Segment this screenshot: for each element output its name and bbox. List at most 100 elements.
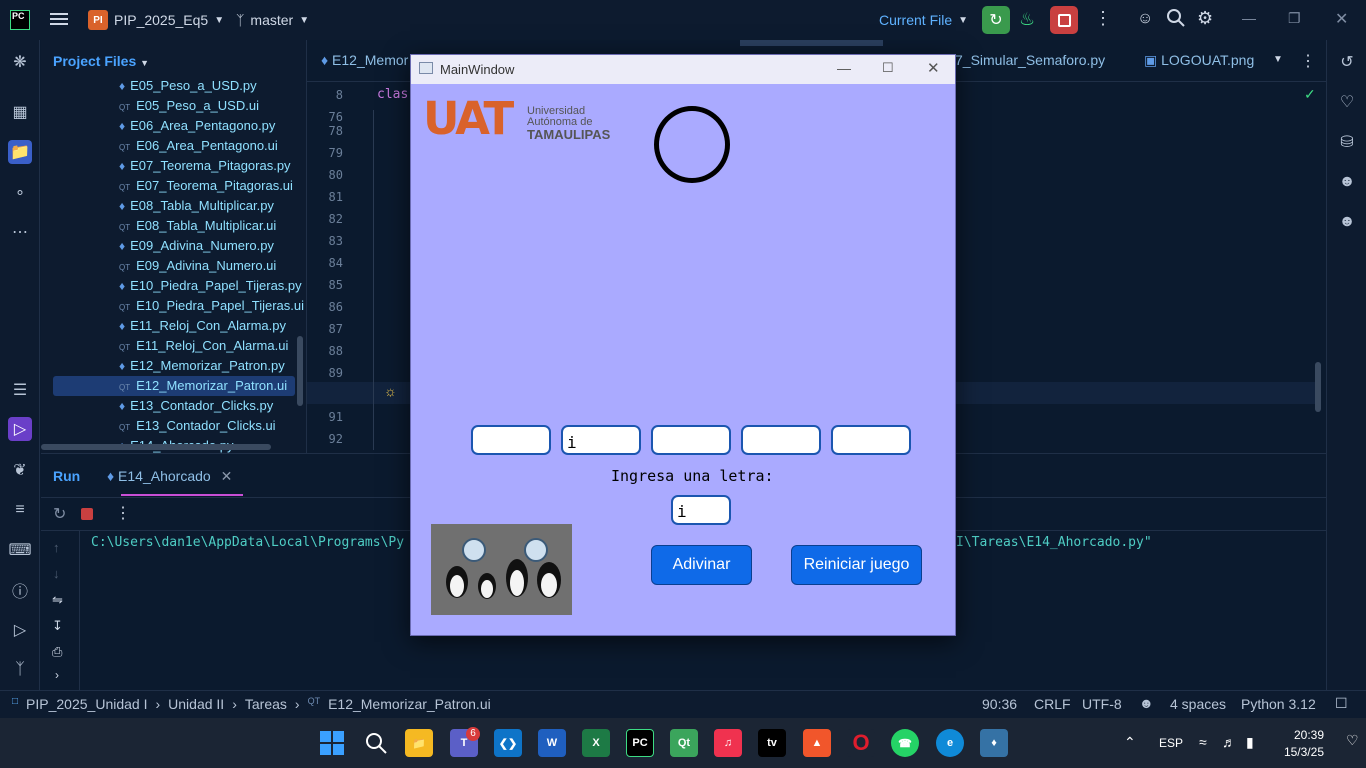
tab-simular-semaforo[interactable]: 7_Simular_Semaforo.py xyxy=(955,52,1105,68)
reset-game-button[interactable]: Reiniciar juego xyxy=(791,545,922,585)
file-tree-item[interactable]: ♦ E07_Teorema_Pitagoras.py xyxy=(119,156,291,176)
python-icon[interactable]: ♦ xyxy=(980,729,1008,757)
file-tree-item[interactable]: QT E06_Area_Pentagono.ui xyxy=(119,136,278,156)
file-tree-item[interactable]: ♦ E12_Memorizar_Patron.py xyxy=(119,356,285,376)
layers-icon[interactable]: ≡ xyxy=(8,498,32,522)
opera-icon[interactable]: O xyxy=(847,729,875,757)
print-icon[interactable]: ⎙ xyxy=(52,644,62,660)
vscode-icon[interactable]: ❮❯ xyxy=(494,729,522,757)
breadcrumb-item[interactable]: Unidad II xyxy=(168,696,224,712)
branch-switcher[interactable]: ᛉ master ▼ xyxy=(236,12,309,28)
word-icon[interactable]: W xyxy=(538,729,566,757)
close-tab-icon[interactable]: ✕ xyxy=(221,468,233,484)
window-title-bar[interactable]: MainWindow — ☐ ✕ xyxy=(411,55,955,84)
minimize-icon[interactable]: — xyxy=(1242,10,1256,26)
python-interpreter[interactable]: Python 3.12 xyxy=(1241,696,1316,712)
pycharm-logo-icon[interactable]: PC xyxy=(10,10,30,30)
soft-wrap-icon[interactable]: ⇋ xyxy=(52,592,63,608)
file-tree-item[interactable]: QT E08_Tabla_Multiplicar.ui xyxy=(119,216,276,236)
stop-button[interactable] xyxy=(1050,6,1078,34)
debug-bug-icon[interactable]: ♨ xyxy=(1019,9,1035,30)
arrow-down-icon[interactable]: ↓ xyxy=(53,566,60,581)
run-tab-e14[interactable]: ♦ E14_Ahorcado ✕ xyxy=(107,468,232,485)
file-explorer-icon[interactable]: 📁 xyxy=(405,729,433,757)
maximize-icon[interactable]: ☐ xyxy=(882,60,894,76)
search-icon[interactable] xyxy=(362,729,390,757)
services-icon[interactable]: ▷ xyxy=(8,618,32,642)
battery-icon[interactable]: ▮ xyxy=(1246,734,1254,751)
breadcrumb-item[interactable]: PIP_2025_Unidad I xyxy=(26,696,147,712)
qt-designer-icon[interactable]: Qt xyxy=(670,729,698,757)
indent-setting[interactable]: 4 spaces xyxy=(1170,696,1226,712)
horizontal-scrollbar[interactable] xyxy=(41,444,271,450)
more-vertical-icon[interactable]: ⋮ xyxy=(1094,8,1112,29)
copilot-status-icon[interactable]: ☻ xyxy=(1139,695,1154,711)
tab-logouat[interactable]: ▣ LOGOUAT.png xyxy=(1144,52,1254,69)
minimize-icon[interactable]: — xyxy=(837,60,851,76)
breadcrumb-item[interactable]: E12_Memorizar_Patron.ui xyxy=(328,696,491,712)
ai-spiral-icon[interactable]: ↺ xyxy=(1335,50,1359,74)
letter-input[interactable]: i xyxy=(671,495,731,525)
folder-icon[interactable]: 📁 xyxy=(8,140,32,164)
project-panel-header[interactable]: Project Files ▼ xyxy=(53,53,149,69)
volume-icon[interactable]: ♬ xyxy=(1222,734,1236,750)
stop-icon[interactable] xyxy=(81,508,93,520)
line-separator[interactable]: CRLF xyxy=(1034,696,1071,712)
structure-icon[interactable]: ▦ xyxy=(8,100,32,124)
pycharm-icon[interactable]: PC xyxy=(626,729,654,757)
scroll-to-end-icon[interactable]: ↧ xyxy=(52,618,63,634)
copilot-chat-icon[interactable]: ☻ xyxy=(1335,210,1359,234)
maximize-icon[interactable]: ❐ xyxy=(1288,10,1301,27)
edge-icon[interactable]: e xyxy=(936,729,964,757)
file-tree-item[interactable]: ♦ E09_Adivina_Numero.py xyxy=(119,236,274,256)
file-tree-item[interactable]: QT E05_Peso_a_USD.ui xyxy=(119,96,259,116)
tab-e12-memor[interactable]: ♦ E12_Memor xyxy=(321,52,408,68)
run-config-select[interactable]: Current File ▼ xyxy=(879,12,968,28)
lightbulb-icon[interactable]: ☼ xyxy=(384,383,397,399)
ai-assistant-icon[interactable]: ❋ xyxy=(8,50,32,74)
copilot-icon[interactable]: ☻ xyxy=(1335,170,1359,194)
editor-scrollbar[interactable] xyxy=(1315,362,1321,412)
file-tree-item[interactable]: ♦ E10_Piedra_Papel_Tijeras.py xyxy=(119,276,302,296)
file-tree-item[interactable]: QT E09_Adivina_Numero.ui xyxy=(119,256,276,276)
clock-time[interactable]: 20:39 xyxy=(1288,728,1324,742)
code-fragment[interactable]: clas xyxy=(377,87,408,102)
arrow-up-icon[interactable]: ↑ xyxy=(53,540,60,555)
chevron-up-icon[interactable]: ⌃ xyxy=(1124,734,1136,751)
clock-date[interactable]: 15/3/25 xyxy=(1280,745,1324,759)
chevron-right-icon[interactable]: › xyxy=(55,668,59,682)
chevron-down-icon[interactable]: ▼ xyxy=(1273,54,1283,65)
python-console-icon[interactable]: ❦ xyxy=(8,458,32,482)
whatsapp-icon[interactable]: ☎ xyxy=(891,729,919,757)
lock-icon[interactable]: ☐ xyxy=(1335,695,1348,712)
more-vertical-icon[interactable]: ⋮ xyxy=(1300,51,1316,71)
guess-button[interactable]: Adivinar xyxy=(651,545,752,585)
music-icon[interactable]: ♫ xyxy=(714,729,742,757)
file-tree-item[interactable]: QT E10_Piedra_Papel_Tijeras.ui xyxy=(119,296,304,316)
hamburger-menu-icon[interactable] xyxy=(50,11,68,27)
notifications-bell-icon[interactable]: ♡ xyxy=(1346,732,1359,749)
run-tool-icon[interactable]: ▷ xyxy=(8,417,32,441)
file-tree-item[interactable]: ♦ E13_Contador_Clicks.py xyxy=(119,396,273,416)
rerun-button[interactable]: ↻ xyxy=(982,6,1010,34)
project-switcher[interactable]: PI PIP_2025_Eq5 ▼ xyxy=(88,10,224,30)
database-icon[interactable]: ⛁ xyxy=(1335,130,1359,154)
list-icon[interactable]: ☰ xyxy=(8,378,32,402)
add-user-icon[interactable]: ☺ xyxy=(1137,10,1153,28)
problems-icon[interactable]: ⓘ xyxy=(8,578,32,602)
console-output-right[interactable]: I\Tareas\E14_Ahorcado.py" xyxy=(956,535,1152,550)
notifications-bell-icon[interactable]: ♡ xyxy=(1335,90,1359,114)
more-vertical-icon[interactable]: ⋮ xyxy=(115,503,131,523)
file-tree-item[interactable]: ♦ E11_Reloj_Con_Alarma.py xyxy=(119,316,286,336)
commit-icon[interactable]: ∘ xyxy=(8,180,32,204)
console-output-left[interactable]: C:\Users\dan1e\AppData\Local\Programs\Py xyxy=(91,535,404,550)
file-tree-item[interactable]: QT E12_Memorizar_Patron.ui xyxy=(119,376,287,396)
file-encoding[interactable]: UTF-8 xyxy=(1082,696,1122,712)
file-tree-item[interactable]: ♦ E05_Peso_a_USD.py xyxy=(119,76,257,96)
vertical-scrollbar[interactable] xyxy=(297,336,303,406)
gear-icon[interactable]: ⚙ xyxy=(1197,8,1213,29)
file-tree-item[interactable]: ♦ E08_Tabla_Multiplicar.py xyxy=(119,196,274,216)
apple-tv-icon[interactable]: tv xyxy=(758,729,786,757)
close-icon[interactable]: ✕ xyxy=(1335,9,1348,29)
close-icon[interactable]: ✕ xyxy=(927,59,940,77)
